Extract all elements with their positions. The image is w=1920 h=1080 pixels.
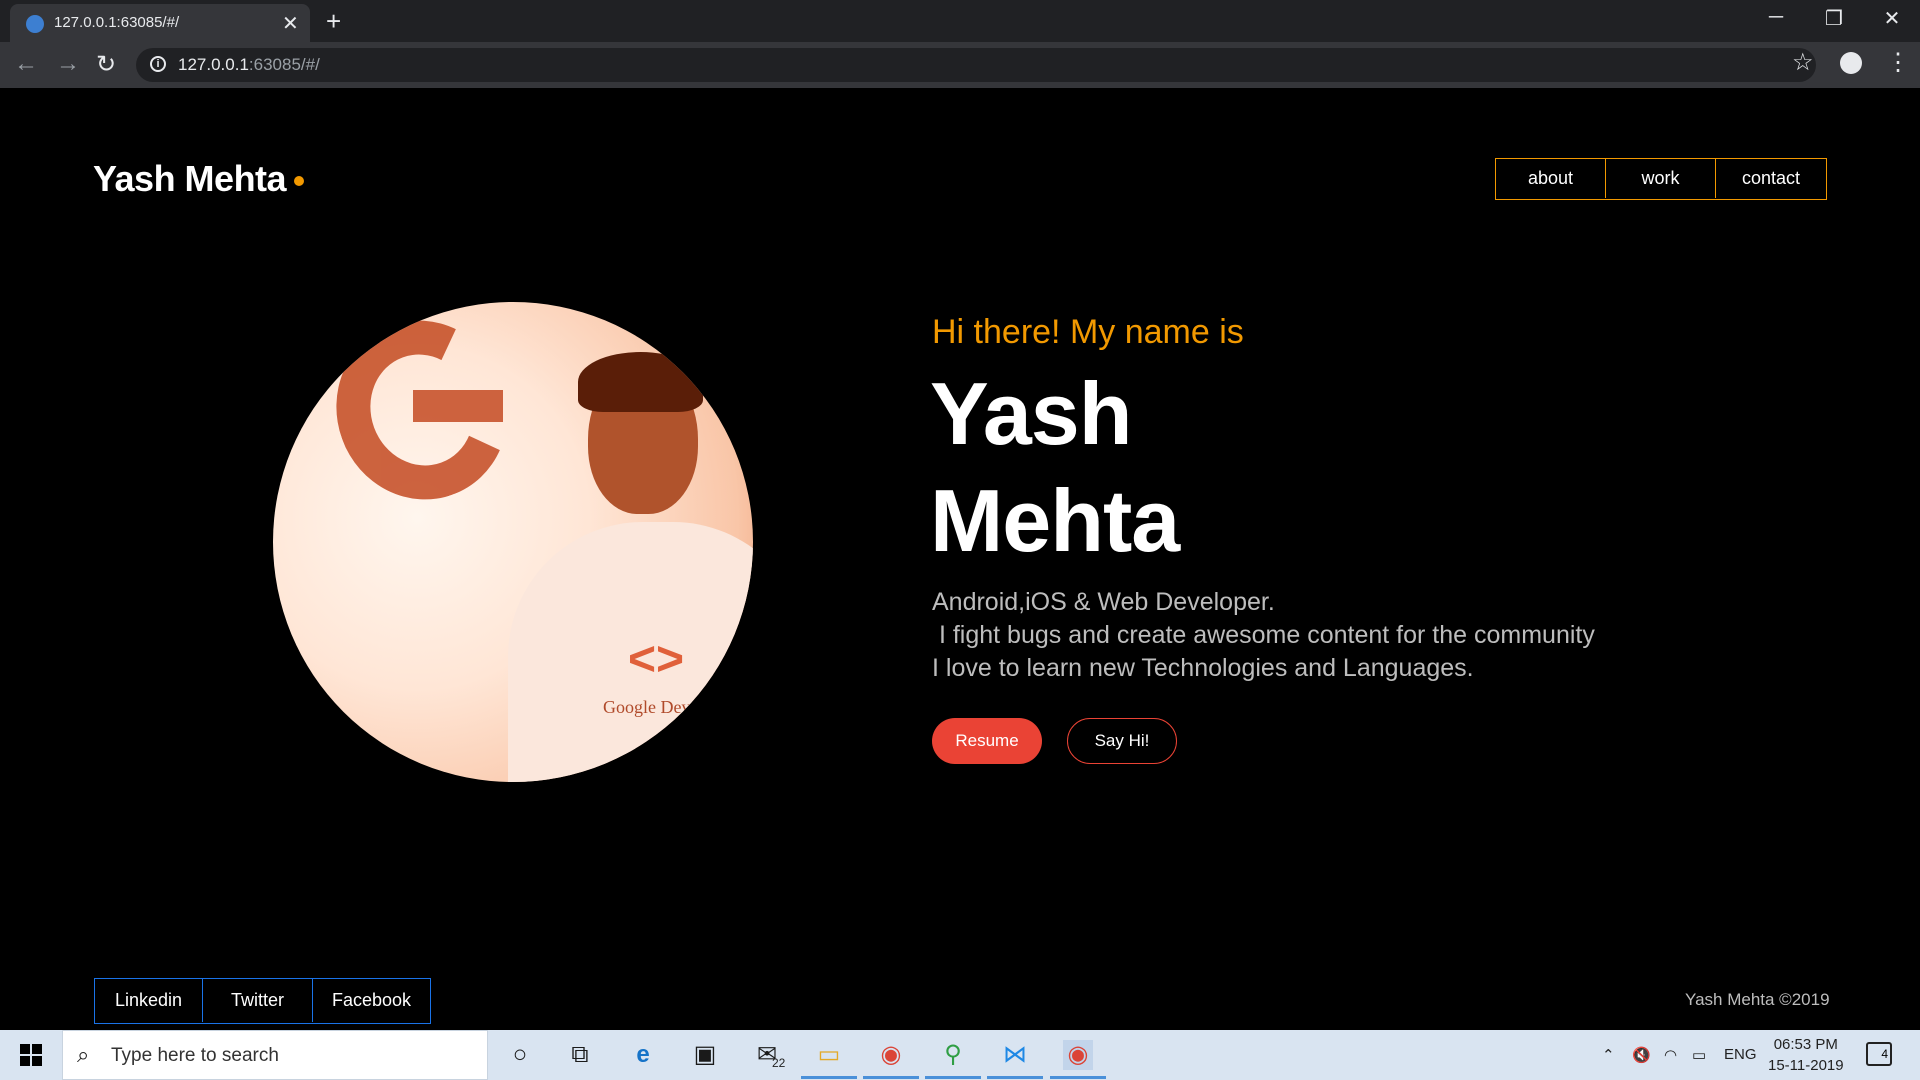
top-navigation: about work contact <box>1495 158 1827 200</box>
vscode-icon[interactable]: ⋈ <box>1000 1040 1030 1070</box>
task-view-icon[interactable]: ⧉ <box>565 1040 595 1070</box>
clock-date: 15-11-2019 <box>1768 1057 1844 1074</box>
brand-name: Yash Mehta <box>93 158 287 199</box>
file-explorer-icon[interactable]: ▭ <box>814 1040 844 1070</box>
wifi-icon[interactable]: ◠ <box>1664 1046 1677 1064</box>
action-center-icon[interactable]: 4 <box>1866 1042 1892 1066</box>
code-brackets-icon: <> <box>628 633 685 686</box>
restore-icon[interactable]: ❐ <box>1806 6 1862 31</box>
url-host: 127.0.0.1 <box>178 55 249 74</box>
profile-icon[interactable] <box>1840 52 1862 74</box>
chrome-active-icon[interactable]: ◉ <box>1063 1040 1093 1070</box>
person-hair <box>578 352 703 412</box>
social-links: Linkedin Twitter Facebook <box>94 978 431 1024</box>
cortana-icon[interactable]: ○ <box>505 1040 535 1070</box>
clock-time: 06:53 PM <box>1773 1036 1838 1053</box>
brand-dot-icon <box>294 176 305 187</box>
battery-icon[interactable]: ▭ <box>1692 1046 1706 1064</box>
url-text: 127.0.0.1:63085/#/ <box>178 55 320 75</box>
browser-menu-icon[interactable]: ⋮ <box>1886 48 1910 77</box>
minimize-icon[interactable]: ─ <box>1748 6 1804 29</box>
address-bar[interactable]: i 127.0.0.1:63085/#/ <box>136 48 1816 82</box>
browser-toolbar: ← → ↻ i 127.0.0.1:63085/#/ <box>0 42 1920 88</box>
edge-icon[interactable]: e <box>628 1040 658 1070</box>
reload-icon[interactable]: ↻ <box>96 50 116 79</box>
chrome-active-indicator <box>863 1076 919 1079</box>
volume-muted-icon[interactable]: 🔇 <box>1632 1046 1651 1064</box>
bookmark-star-icon[interactable]: ☆ <box>1792 48 1814 77</box>
taskbar-clock[interactable]: 06:53 PM 15-11-2019 <box>1768 1034 1844 1076</box>
linkedin-link[interactable]: Linkedin <box>95 979 203 1022</box>
language-indicator[interactable]: ENG <box>1724 1046 1757 1063</box>
new-tab-icon[interactable]: + <box>326 6 341 37</box>
taskbar-search-input[interactable]: ⌕ Type here to search <box>62 1030 488 1080</box>
site-favicon-icon <box>26 15 44 33</box>
chrome-window-active-indicator <box>1050 1076 1106 1079</box>
back-icon[interactable]: ← <box>14 50 38 78</box>
facebook-link[interactable]: Facebook <box>313 979 430 1022</box>
browser-tab-bar: 127.0.0.1:63085/#/ ✕ + ─ ❐ ✕ <box>0 0 1920 42</box>
profile-photo: <> Google Devel <box>273 302 753 782</box>
say-hi-button[interactable]: Say Hi! <box>1067 718 1177 764</box>
nav-about-link[interactable]: about <box>1496 159 1606 198</box>
close-window-icon[interactable]: ✕ <box>1864 6 1920 31</box>
info-icon[interactable]: i <box>150 56 166 72</box>
tray-overflow-icon[interactable]: ⌃ <box>1602 1046 1615 1064</box>
twitter-link[interactable]: Twitter <box>203 979 313 1022</box>
mail-badge: 22 <box>772 1056 786 1070</box>
hero-last-name: Mehta <box>930 471 1180 570</box>
greeting-text: Hi there! My name is <box>932 313 1244 351</box>
nav-work-link[interactable]: work <box>1606 159 1716 198</box>
google-g-bar <box>413 390 503 422</box>
nav-contact-link[interactable]: contact <box>1716 159 1826 198</box>
store-icon[interactable]: ▣ <box>690 1040 720 1070</box>
bio-text: Android,iOS & Web Developer. I fight bug… <box>932 588 1595 682</box>
close-tab-icon[interactable]: ✕ <box>282 11 299 36</box>
app-icon[interactable]: ⚲ <box>938 1040 968 1070</box>
portfolio-page: Yash Mehta about work contact <> Google … <box>0 88 1920 1030</box>
url-path: :63085/#/ <box>248 55 320 74</box>
tab-title: 127.0.0.1:63085/#/ <box>54 14 180 31</box>
app-active-indicator <box>925 1076 981 1079</box>
copyright-text: Yash Mehta ©2019 <box>1685 990 1830 1009</box>
shirt-text: Google Devel <box>603 697 704 717</box>
vscode-active-indicator <box>987 1076 1043 1079</box>
browser-tab[interactable]: 127.0.0.1:63085/#/ ✕ <box>10 4 310 42</box>
brand-logo[interactable]: Yash Mehta <box>93 158 305 200</box>
resume-button[interactable]: Resume <box>932 718 1042 764</box>
file-explorer-active-indicator <box>801 1076 857 1079</box>
windows-taskbar: ⌕ Type here to search ○ ⧉ e ▣ ✉ 22 ▭ ◉ ⚲… <box>0 1030 1920 1080</box>
forward-icon[interactable]: → <box>56 50 80 78</box>
search-placeholder: Type here to search <box>111 1045 279 1066</box>
chrome-icon[interactable]: ◉ <box>876 1040 906 1070</box>
search-icon: ⌕ <box>77 1042 90 1067</box>
hero-first-name: Yash <box>930 364 1132 463</box>
windows-start-icon[interactable] <box>20 1044 42 1066</box>
